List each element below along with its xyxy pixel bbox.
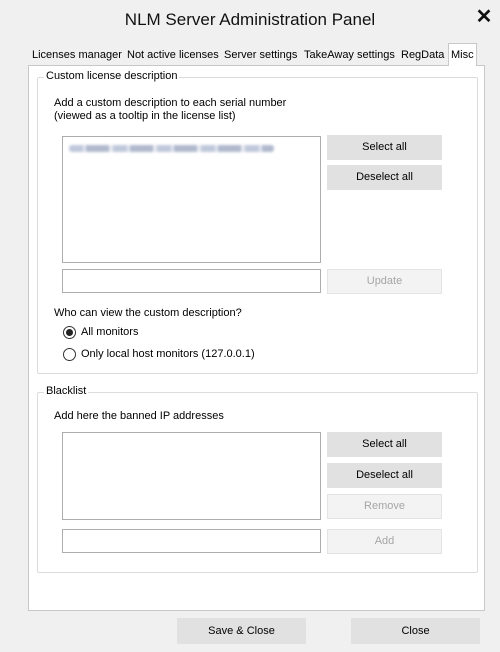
window-title: NLM Server Administration Panel bbox=[124, 10, 376, 29]
tab-panel-misc: Custom license description Add a custom … bbox=[28, 65, 485, 611]
tab-licenses-manager[interactable]: Licenses manager bbox=[30, 46, 124, 64]
custom-license-hint-line2: (viewed as a tooltip in the license list… bbox=[54, 110, 236, 122]
banned-ip-input[interactable] bbox=[62, 529, 321, 553]
custom-license-group-title: Custom license description bbox=[44, 70, 180, 82]
tab-misc[interactable]: Misc bbox=[448, 43, 477, 66]
radio-local-host-monitors-control[interactable] bbox=[63, 347, 76, 361]
radio-local-host-monitors-label: Only local host monitors (127.0.0.1) bbox=[81, 348, 255, 360]
tab-not-active-licenses[interactable]: Not active licenses bbox=[125, 46, 221, 64]
serial-number-listbox[interactable] bbox=[62, 136, 321, 263]
deselect-all-button[interactable]: Deselect all bbox=[327, 165, 442, 190]
save-and-close-button[interactable]: Save & Close bbox=[177, 618, 306, 644]
blacklist-hint: Add here the banned IP addresses bbox=[54, 410, 224, 422]
radio-local-host-monitors[interactable]: Only local host monitors (127.0.0.1) bbox=[63, 346, 255, 362]
add-button[interactable]: Add bbox=[327, 529, 442, 554]
custom-license-hint-line1: Add a custom description to each serial … bbox=[54, 97, 287, 109]
close-button[interactable]: Close bbox=[351, 618, 480, 644]
radio-all-monitors-label: All monitors bbox=[81, 326, 139, 338]
blacklist-group-title: Blacklist bbox=[44, 385, 89, 397]
blacklist-group: Blacklist Add here the banned IP address… bbox=[37, 385, 478, 573]
tab-regdata[interactable]: RegData bbox=[399, 46, 446, 64]
blacklist-deselect-all-button[interactable]: Deselect all bbox=[327, 463, 442, 488]
custom-license-group: Custom license description Add a custom … bbox=[37, 70, 478, 374]
remove-button[interactable]: Remove bbox=[327, 494, 442, 519]
update-button[interactable]: Update bbox=[327, 269, 442, 294]
banned-ip-listbox[interactable] bbox=[62, 432, 321, 520]
radio-all-monitors[interactable]: All monitors bbox=[63, 324, 138, 340]
tab-takeaway-settings[interactable]: TakeAway settings bbox=[302, 46, 397, 64]
blacklist-select-all-button[interactable]: Select all bbox=[327, 432, 442, 457]
select-all-button[interactable]: Select all bbox=[327, 135, 442, 160]
tab-server-settings[interactable]: Server settings bbox=[222, 46, 299, 64]
serial-number-list-item[interactable] bbox=[69, 145, 274, 152]
who-can-view-label: Who can view the custom description? bbox=[54, 307, 242, 319]
custom-description-input[interactable] bbox=[62, 269, 321, 293]
radio-all-monitors-control[interactable] bbox=[63, 325, 76, 339]
close-icon[interactable]: ✕ bbox=[472, 4, 496, 30]
